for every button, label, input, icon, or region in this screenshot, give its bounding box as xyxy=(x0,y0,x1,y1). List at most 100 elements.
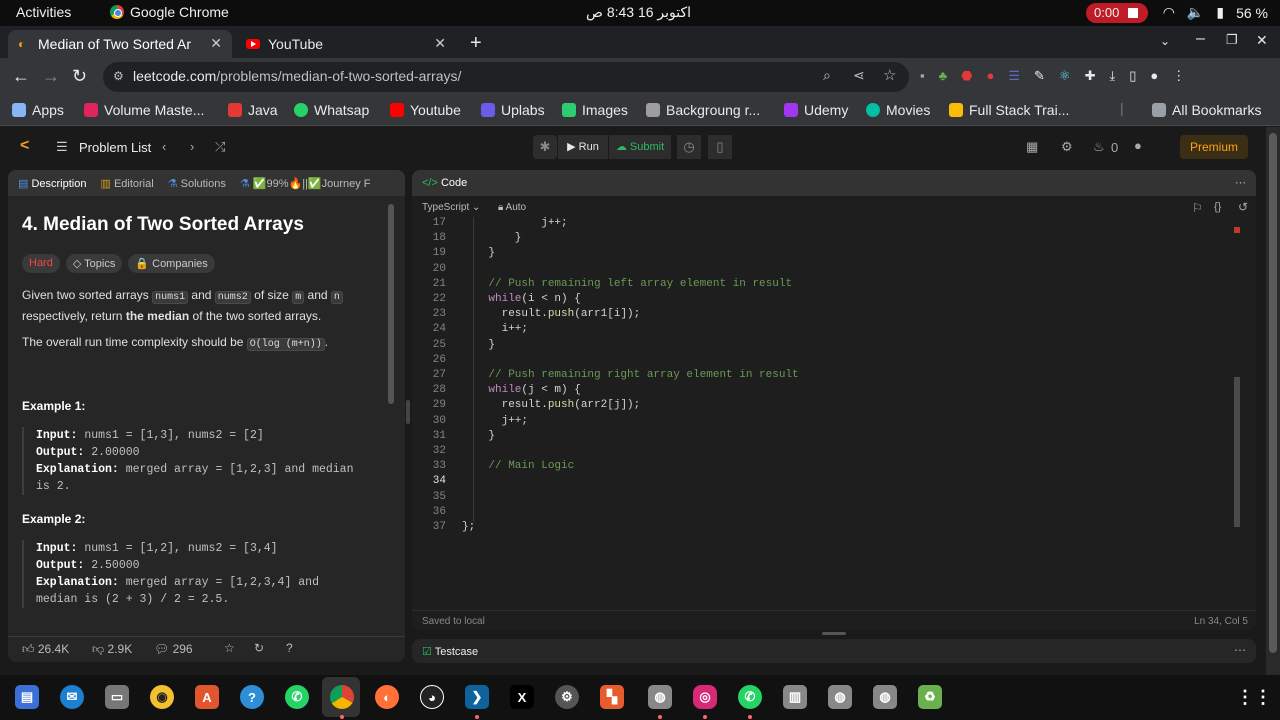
problem-title[interactable]: 4. Median of Two Sorted Arrays xyxy=(22,214,304,236)
bookmark-whatsapp[interactable]: Whatsap xyxy=(294,102,369,118)
instagram-icon[interactable]: ◎ xyxy=(693,685,717,709)
web-app-icon[interactable]: ◍ xyxy=(648,685,672,709)
streak-fire-icon[interactable]: ♨ xyxy=(1093,139,1105,155)
code-tab[interactable]: </> Code xyxy=(422,177,467,189)
screen-recording-indicator[interactable]: 0:00 xyxy=(1086,3,1148,23)
vscode-icon[interactable]: ❯ xyxy=(465,685,489,709)
extensions-puzzle-icon[interactable]: ✚ xyxy=(1085,68,1096,84)
language-select[interactable]: TypeScript ⌄ xyxy=(422,202,480,213)
system-tray[interactable]: ◠ 🔈 ▮ 56 % xyxy=(1163,4,1268,21)
download-icon[interactable]: ⤓ xyxy=(1109,68,1115,84)
adblock-icon[interactable]: ⬣ xyxy=(961,68,972,84)
tab-editorial[interactable]: ▥ Editorial xyxy=(100,177,153,190)
share-icon[interactable]: ⋖ xyxy=(853,67,865,84)
timer-icon[interactable]: ◷ xyxy=(677,135,701,159)
favorite-star-icon[interactable]: ☆ xyxy=(224,641,235,655)
minimize-button[interactable]: – xyxy=(1196,30,1205,48)
reset-code-icon[interactable]: ↺ xyxy=(1238,200,1248,214)
share-refresh-icon[interactable]: ↻ xyxy=(254,641,264,655)
forward-button[interactable]: → xyxy=(42,66,60,87)
close-window-button[interactable]: ✕ xyxy=(1256,32,1268,49)
help-app-icon[interactable]: ? xyxy=(240,685,264,709)
bookmark-movies[interactable]: Movies xyxy=(866,102,930,118)
companies-button[interactable]: 🔒 Companies xyxy=(128,254,215,273)
scrollbar-thumb[interactable] xyxy=(1234,377,1240,527)
maximize-button[interactable]: ❐ xyxy=(1226,32,1238,48)
extension-red-icon[interactable]: ● xyxy=(987,68,995,84)
like-button[interactable]: 👍︎ 26.4K xyxy=(22,642,69,657)
panel-menu-icon[interactable]: ⋯ xyxy=(1235,176,1246,189)
whatsapp-app-icon[interactable]: ✆ xyxy=(285,685,309,709)
site-info-icon[interactable]: ⚙ xyxy=(113,69,124,83)
firefox-icon[interactable]: ◐ xyxy=(375,685,399,709)
apps-grid-red-icon[interactable]: ▚ xyxy=(600,685,624,709)
chrome-menu-icon[interactable]: ⋮ xyxy=(1172,68,1185,84)
bookmark-images[interactable]: Images xyxy=(562,102,628,118)
github-icon[interactable]: ◕ xyxy=(420,685,444,709)
web-app-icon[interactable]: ◍ xyxy=(873,685,897,709)
topics-button[interactable]: ◇ Topics xyxy=(65,254,123,273)
chrome-app-icon[interactable] xyxy=(330,685,354,709)
show-apps-grid-icon[interactable]: ⋮⋮ xyxy=(1236,685,1272,709)
web-app-icon[interactable]: ▥ xyxy=(783,685,807,709)
editor-scrollbar[interactable] xyxy=(1232,217,1242,597)
comments-button[interactable]: 💬︎ 296 xyxy=(154,642,193,656)
page-scrollbar[interactable] xyxy=(1266,127,1280,675)
thunderbird-icon[interactable]: ✉ xyxy=(60,685,84,709)
x-twitter-icon[interactable]: X xyxy=(510,685,534,709)
extension-icon[interactable]: ▪ xyxy=(920,68,925,84)
format-braces-icon[interactable]: {} xyxy=(1214,201,1221,213)
bookmark-uplabs[interactable]: Uplabs xyxy=(481,102,545,118)
tab-solution-post[interactable]: ⚗ ✅99%🔥||✅Journey F xyxy=(240,177,371,190)
new-tab-button[interactable]: + xyxy=(470,32,482,55)
clock[interactable]: اكتوبر 16 8:43 ص xyxy=(586,4,691,21)
bookmark-icon[interactable]: ⚐ xyxy=(1192,201,1203,215)
code-editor[interactable]: 17 j++; 18 } 19 } 20 21 // Push remaining le… xyxy=(412,217,1242,597)
user-avatar[interactable]: ● xyxy=(1134,138,1142,153)
panel-resize-handle[interactable] xyxy=(406,400,410,424)
testcase-tab[interactable]: ☑ Testcase xyxy=(422,645,478,658)
web-app-icon[interactable]: ◍ xyxy=(828,685,852,709)
vertical-resize-handle[interactable] xyxy=(822,632,846,635)
address-bar[interactable]: ⚙ leetcode.com/problems/median-of-two-so… xyxy=(103,62,909,92)
settings-gear-icon[interactable]: ⚙ xyxy=(1061,139,1073,155)
scrollbar-thumb[interactable] xyxy=(388,204,394,404)
settings-app-icon[interactable]: ⚙ xyxy=(555,685,579,709)
layout-icon[interactable]: ▦ xyxy=(1026,139,1038,155)
app-menu[interactable]: Google Chrome xyxy=(110,4,229,20)
zoom-search-icon[interactable]: ⌕ xyxy=(823,67,831,84)
activities-button[interactable]: Activities xyxy=(16,4,71,20)
problem-list-link[interactable]: Problem List xyxy=(79,140,151,155)
rhythmbox-icon[interactable]: ◉ xyxy=(150,685,174,709)
description-scrollbar[interactable] xyxy=(386,196,396,636)
back-button[interactable]: ← xyxy=(12,66,30,87)
react-devtools-icon[interactable]: ⚛ xyxy=(1059,68,1071,84)
bookmark-full-stack[interactable]: Full Stack Trai... xyxy=(949,102,1069,118)
pen-extension-icon[interactable]: ✎ xyxy=(1034,68,1045,84)
close-tab-icon[interactable]: ✕ xyxy=(210,35,222,52)
submit-button[interactable]: ☁ Submit xyxy=(609,135,671,159)
reload-button[interactable]: ↻ xyxy=(72,66,87,87)
tab-search-icon[interactable]: ⌄ xyxy=(1160,34,1170,48)
help-icon[interactable]: ? xyxy=(286,641,293,655)
premium-button[interactable]: Premium xyxy=(1180,135,1248,159)
trash-icon[interactable]: ♻ xyxy=(918,685,942,709)
all-bookmarks[interactable]: All Bookmarks xyxy=(1152,102,1261,118)
tab-leetcode[interactable]: ◐ Median of Two Sorted Ar ✕ xyxy=(8,30,232,58)
files-doc-icon[interactable]: ▤ xyxy=(15,685,39,709)
run-button[interactable]: ▶ Run xyxy=(558,135,608,159)
bookmark-background[interactable]: Backgroung r... xyxy=(646,102,760,118)
tab-solutions[interactable]: ⚗ Solutions xyxy=(168,177,226,190)
bookmark-star-icon[interactable]: ☆ xyxy=(883,66,896,84)
panel-menu-icon[interactable]: ⋯ xyxy=(1234,643,1246,657)
close-tab-icon[interactable]: ✕ xyxy=(434,35,446,52)
bookmark-apps[interactable]: Apps xyxy=(12,102,64,118)
next-problem-button[interactable]: › xyxy=(190,139,194,154)
bookmark-java[interactable]: Java xyxy=(228,102,278,118)
tab-youtube[interactable]: YouTube ✕ xyxy=(236,30,456,58)
whatsapp-web-icon[interactable]: ✆ xyxy=(738,685,762,709)
tree-extension-icon[interactable]: ♣ xyxy=(939,68,948,84)
bookmark-youtube[interactable]: Youtube xyxy=(390,102,461,118)
shuffle-icon[interactable]: ⤮ xyxy=(215,139,225,155)
bookmark-udemy[interactable]: Udemy xyxy=(784,102,848,118)
